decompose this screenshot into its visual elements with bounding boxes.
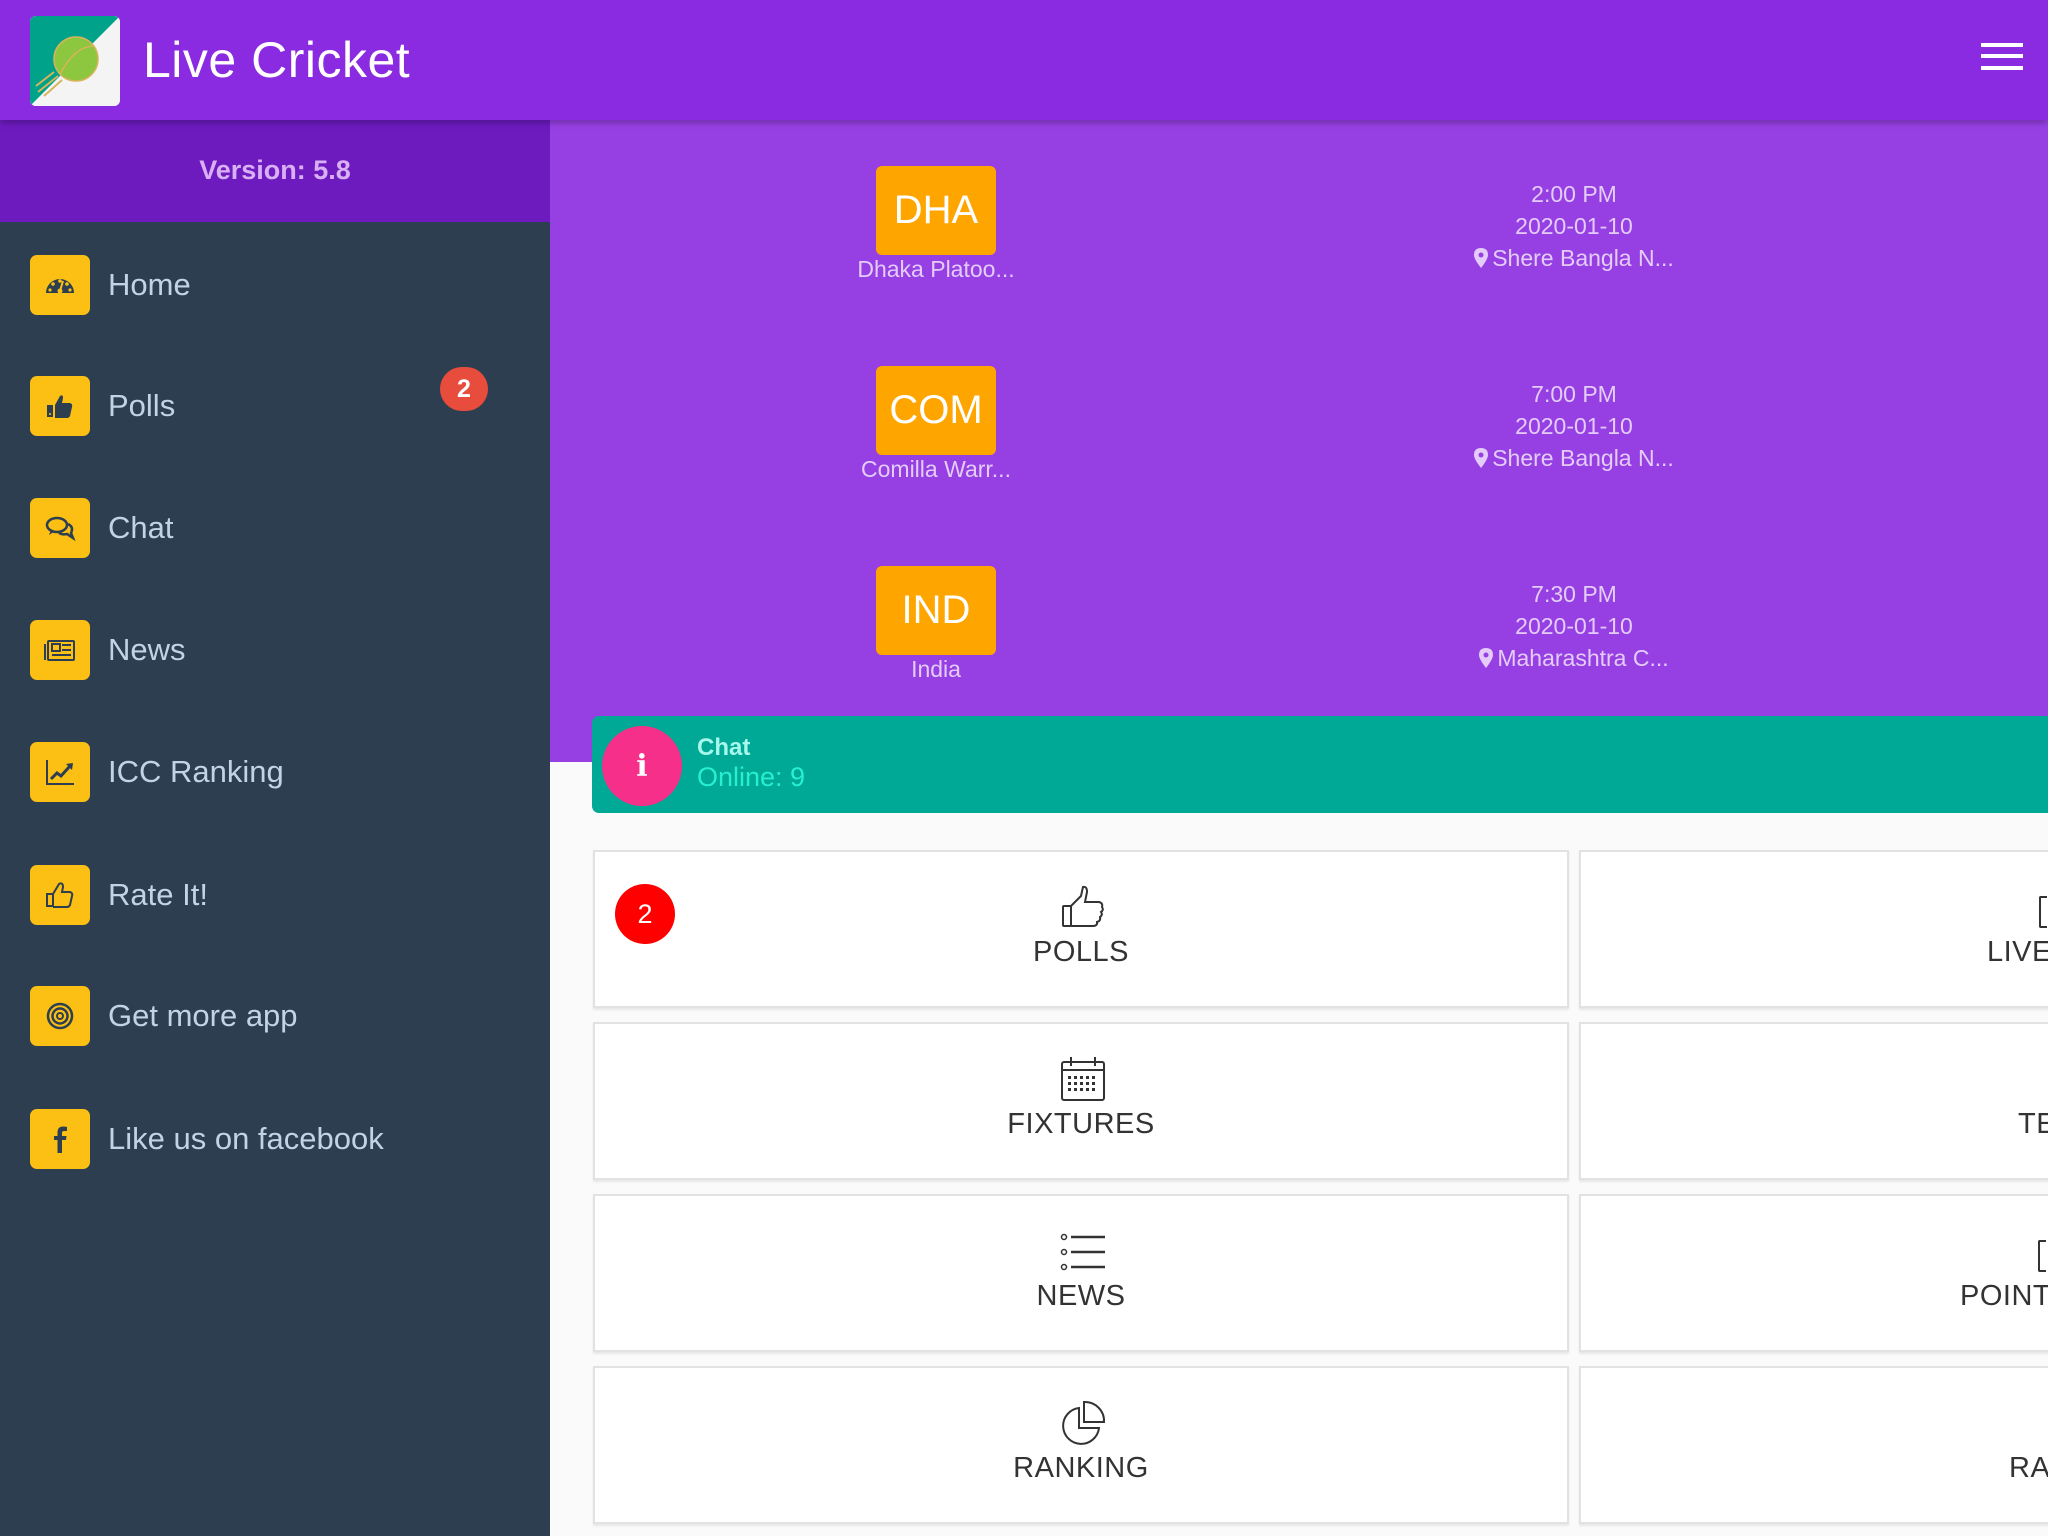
chat-title: Chat <box>697 734 751 761</box>
list-icon <box>1059 1228 1107 1276</box>
facebook-icon <box>30 1109 90 1169</box>
card-icon-partial <box>2038 1240 2046 1272</box>
thumbs-up-outline-icon <box>30 865 90 925</box>
venue-name: Shere Bangla N... <box>1492 245 1674 271</box>
sidebar-item-icc-ranking[interactable]: ICC Ranking <box>0 722 550 822</box>
online-count: Online: 9 <box>697 762 806 792</box>
match-date: 2020-01-10 <box>1515 613 1633 639</box>
fixture-row[interactable]: COM Comilla Warr... 7:00 PM 2020-01-10 S… <box>550 320 2048 520</box>
card-label: FIXTURES <box>1007 1108 1155 1140</box>
sidebar-item-label: Chat <box>108 510 174 545</box>
sidebar-item-label: Get more app <box>108 998 298 1033</box>
match-time: 2:00 PM <box>1531 181 1617 207</box>
match-info: 7:00 PM 2020-01-10 Shere Bangla N... <box>1424 378 1724 474</box>
team-code-badge: DHA <box>876 166 996 255</box>
card-label: NEWS <box>1036 1280 1126 1312</box>
fixture-row[interactable]: DHA Dhaka Platoo... 2:00 PM 2020-01-10 S… <box>550 120 2048 320</box>
polls-count-badge: 2 <box>440 367 488 411</box>
sidebar-item-get-more-app[interactable]: Get more app <box>0 966 550 1066</box>
thumbs-up-icon <box>30 376 90 436</box>
sidebar-item-chat[interactable]: Chat <box>0 478 550 578</box>
newspaper-icon <box>30 620 90 680</box>
news-card[interactable]: NEWS <box>593 1194 1569 1352</box>
team-name: Dhaka Platoo... <box>857 256 1015 282</box>
sidebar-item-label: Like us on facebook <box>108 1121 384 1156</box>
ranking-card[interactable]: RANKING <box>593 1366 1569 1524</box>
fixtures-panel: DHA Dhaka Platoo... 2:00 PM 2020-01-10 S… <box>550 120 2048 762</box>
cricket-ball-logo <box>30 16 120 106</box>
app-header: Live Cricket <box>0 0 2048 120</box>
sidebar-item-rate-it[interactable]: Rate It! <box>0 845 550 945</box>
info-icon: i <box>602 726 682 806</box>
card-icon-partial <box>2039 896 2047 928</box>
te-card[interactable]: TE <box>1579 1022 2048 1180</box>
team-code-badge: COM <box>876 366 996 455</box>
fixture-row[interactable]: IND India 7:30 PM 2020-01-10 Maharashtra… <box>550 520 2048 720</box>
ra-card[interactable]: RA <box>1579 1366 2048 1524</box>
match-venue: Shere Bangla N... <box>1424 442 1724 474</box>
match-date: 2020-01-10 <box>1515 213 1633 239</box>
sidebar-item-label: Polls <box>108 388 176 423</box>
team-code-badge: IND <box>876 566 996 655</box>
app-title: Live Cricket <box>143 32 411 88</box>
team-name: India <box>911 656 961 682</box>
sidebar: Version: 5.8 Home Polls 2 Chat News ICC … <box>0 120 550 1536</box>
match-info: 2:00 PM 2020-01-10 Shere Bangla N... <box>1424 178 1724 274</box>
calendar-icon <box>1059 1056 1107 1104</box>
sidebar-item-label: News <box>108 632 186 667</box>
match-info: 7:30 PM 2020-01-10 Maharashtra C... <box>1424 578 1724 674</box>
card-label: LIVE <box>1987 936 2048 968</box>
sidebar-item-home[interactable]: Home <box>0 235 550 335</box>
team-name: Comilla Warr... <box>861 456 1011 482</box>
venue-name: Maharashtra C... <box>1497 645 1669 671</box>
live-card[interactable]: LIVE <box>1579 850 2048 1008</box>
hamburger-menu-icon[interactable] <box>1978 40 2026 72</box>
sidebar-item-label: Rate It! <box>108 877 208 912</box>
polls-card[interactable]: 2 POLLS <box>593 850 1569 1008</box>
card-label: TE <box>2018 1108 2048 1140</box>
chat-banner[interactable]: i Chat Online: 9 <box>592 716 2048 813</box>
match-venue: Shere Bangla N... <box>1424 242 1724 274</box>
card-label: RA <box>2009 1452 2048 1484</box>
pie-chart-icon <box>1059 1400 1107 1448</box>
target-icon <box>30 986 90 1046</box>
match-venue: Maharashtra C... <box>1424 642 1724 674</box>
sidebar-item-polls[interactable]: Polls 2 <box>0 356 550 456</box>
card-label: POINT <box>1960 1280 2048 1312</box>
sidebar-item-label: ICC Ranking <box>108 754 284 789</box>
sidebar-item-label: Home <box>108 267 191 302</box>
version-label: Version: 5.8 <box>199 154 351 185</box>
point-card[interactable]: POINT <box>1579 1194 2048 1352</box>
chat-bubbles-icon <box>30 498 90 558</box>
card-label: RANKING <box>1013 1452 1149 1484</box>
map-pin-icon <box>1474 248 1489 268</box>
map-pin-icon <box>1479 648 1494 668</box>
venue-name: Shere Bangla N... <box>1492 445 1674 471</box>
match-time: 7:00 PM <box>1531 381 1617 407</box>
dashboard-icon <box>30 255 90 315</box>
fixtures-card[interactable]: FIXTURES <box>593 1022 1569 1180</box>
match-date: 2020-01-10 <box>1515 413 1633 439</box>
card-label: POLLS <box>1033 936 1129 968</box>
line-chart-icon <box>30 742 90 802</box>
thumbs-up-outline-icon <box>1059 884 1107 932</box>
sidebar-item-news[interactable]: News <box>0 600 550 700</box>
match-time: 7:30 PM <box>1531 581 1617 607</box>
sidebar-item-facebook[interactable]: Like us on facebook <box>0 1089 550 1189</box>
map-pin-icon <box>1474 448 1489 468</box>
version-bar: Version: 5.8 <box>0 120 550 222</box>
